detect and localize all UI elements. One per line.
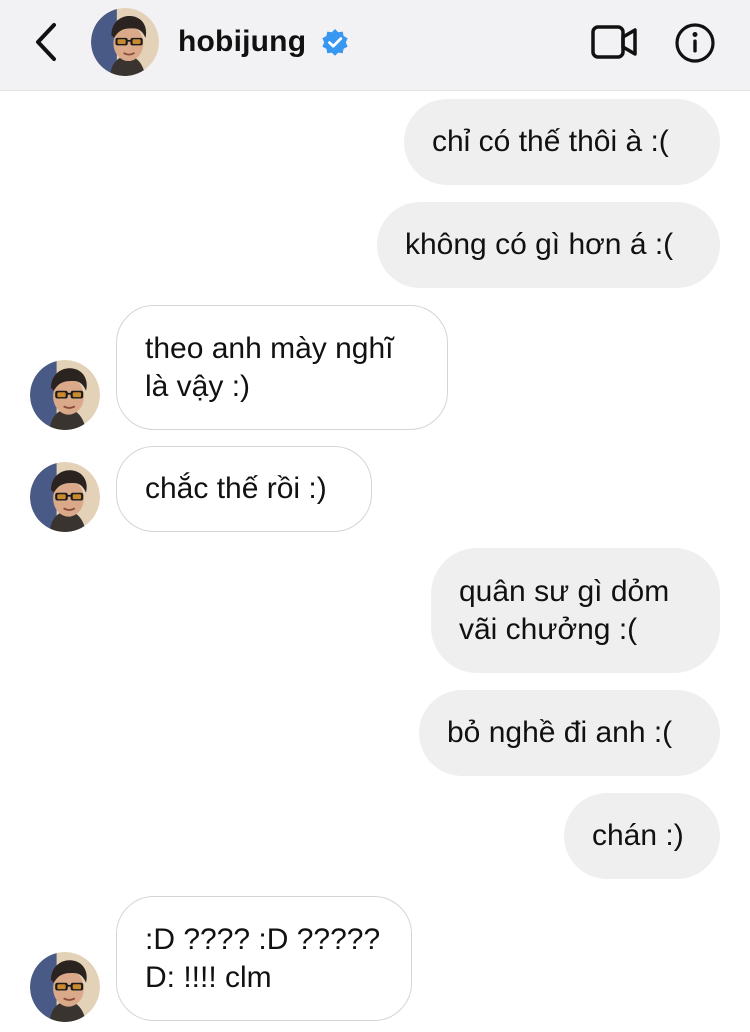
info-button[interactable]: [674, 22, 716, 64]
message-text: không có gì hơn á :(: [405, 228, 674, 261]
message-text: chắc thế rồi :): [145, 472, 327, 505]
message-bubble-outgoing[interactable]: quân sư gì dỏm vãi chưởng :(: [431, 548, 720, 673]
verified-badge-icon: [320, 28, 350, 58]
username[interactable]: hobijung: [178, 22, 306, 62]
video-call-button[interactable]: [590, 22, 640, 62]
message-bubble-outgoing[interactable]: chán :): [564, 793, 720, 879]
message-bubble-outgoing[interactable]: chỉ có thế thôi à :(: [404, 99, 720, 185]
message-bubble-outgoing[interactable]: không có gì hơn á :(: [377, 202, 720, 288]
video-camera-icon: [591, 25, 637, 59]
message-bubble-incoming[interactable]: chắc thế rồi :): [116, 446, 372, 532]
info-icon: [675, 23, 715, 63]
message-bubble-incoming[interactable]: :D ???? :D ????? D: !!!! clm: [116, 896, 412, 1021]
chat-screen: hobijung chỉ có thế thôi à :( không có g…: [0, 0, 750, 1032]
message-text: bỏ nghề đi anh :(: [447, 716, 673, 749]
sender-avatar[interactable]: [30, 462, 100, 532]
message-text: theo anh mày nghĩ là vậy :): [145, 331, 394, 403]
chevron-left-icon: [36, 23, 56, 61]
message-text: chỉ có thế thôi à :(: [432, 125, 669, 158]
back-button[interactable]: [28, 20, 64, 64]
chat-header: hobijung: [0, 0, 750, 91]
sender-avatar[interactable]: [30, 952, 100, 1022]
message-text: quân sư gì dỏm vãi chưởng :(: [459, 574, 670, 646]
message-bubble-incoming[interactable]: theo anh mày nghĩ là vậy :): [116, 305, 448, 430]
message-text: chán :): [592, 819, 684, 852]
header-avatar[interactable]: [91, 8, 159, 76]
message-text: :D ???? :D ????? D: !!!! clm: [145, 922, 381, 994]
sender-avatar[interactable]: [30, 360, 100, 430]
message-bubble-outgoing[interactable]: bỏ nghề đi anh :(: [419, 690, 720, 776]
